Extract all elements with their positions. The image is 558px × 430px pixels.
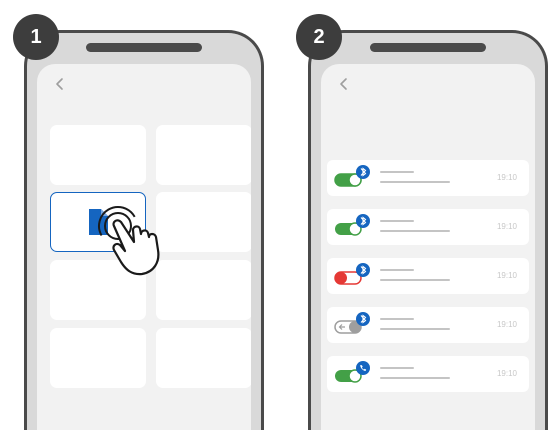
- phone-screen-2: 19:10 19:10 19:10 19:10 19:10: [321, 64, 535, 430]
- back-button[interactable]: [335, 74, 355, 94]
- list-item[interactable]: 19:10: [327, 356, 529, 392]
- row-timestamp: 19:10: [496, 369, 517, 378]
- row-subtitle-placeholder: [380, 181, 450, 183]
- phone-speaker: [86, 43, 202, 52]
- list-item[interactable]: 19:10: [327, 258, 529, 294]
- row-title-placeholder: [380, 318, 414, 320]
- phone-speaker: [370, 43, 486, 52]
- toggle-on-bluetooth-icon[interactable]: [333, 214, 379, 240]
- back-button[interactable]: [51, 74, 71, 94]
- row-title-placeholder: [380, 171, 414, 173]
- list-item[interactable]: 19:10: [327, 307, 529, 343]
- row-timestamp: 19:10: [496, 271, 517, 280]
- step-badge-2: 2: [296, 14, 342, 60]
- row-timestamp: 19:10: [496, 222, 517, 231]
- toggle-off-bluetooth-icon[interactable]: [333, 263, 379, 289]
- row-title-placeholder: [380, 367, 414, 369]
- step-badge-1: 1: [13, 14, 59, 60]
- toggle-on-phone-icon[interactable]: [333, 361, 379, 387]
- chevron-left-icon: [340, 78, 347, 90]
- row-subtitle-placeholder: [380, 279, 450, 281]
- row-timestamp: 19:10: [496, 320, 517, 329]
- tap-hand-icon: [98, 206, 160, 276]
- toggle-on-bluetooth-icon[interactable]: [333, 165, 379, 191]
- row-title-placeholder: [380, 269, 414, 271]
- toggle-unavailable-bluetooth-icon[interactable]: [333, 312, 379, 338]
- row-subtitle-placeholder: [380, 230, 450, 232]
- phone-step-2: 19:10 19:10 19:10 19:10 19:10: [308, 30, 548, 430]
- row-subtitle-placeholder: [380, 328, 450, 330]
- row-subtitle-placeholder: [380, 377, 450, 379]
- grid-tile[interactable]: [156, 328, 251, 388]
- row-title-placeholder: [380, 220, 414, 222]
- row-timestamp: 19:10: [496, 173, 517, 182]
- grid-tile[interactable]: [156, 125, 251, 185]
- grid-tile[interactable]: [50, 328, 146, 388]
- list-item[interactable]: 19:10: [327, 209, 529, 245]
- list-item[interactable]: 19:10: [327, 160, 529, 196]
- grid-tile[interactable]: [50, 125, 146, 185]
- chevron-left-icon: [56, 78, 63, 90]
